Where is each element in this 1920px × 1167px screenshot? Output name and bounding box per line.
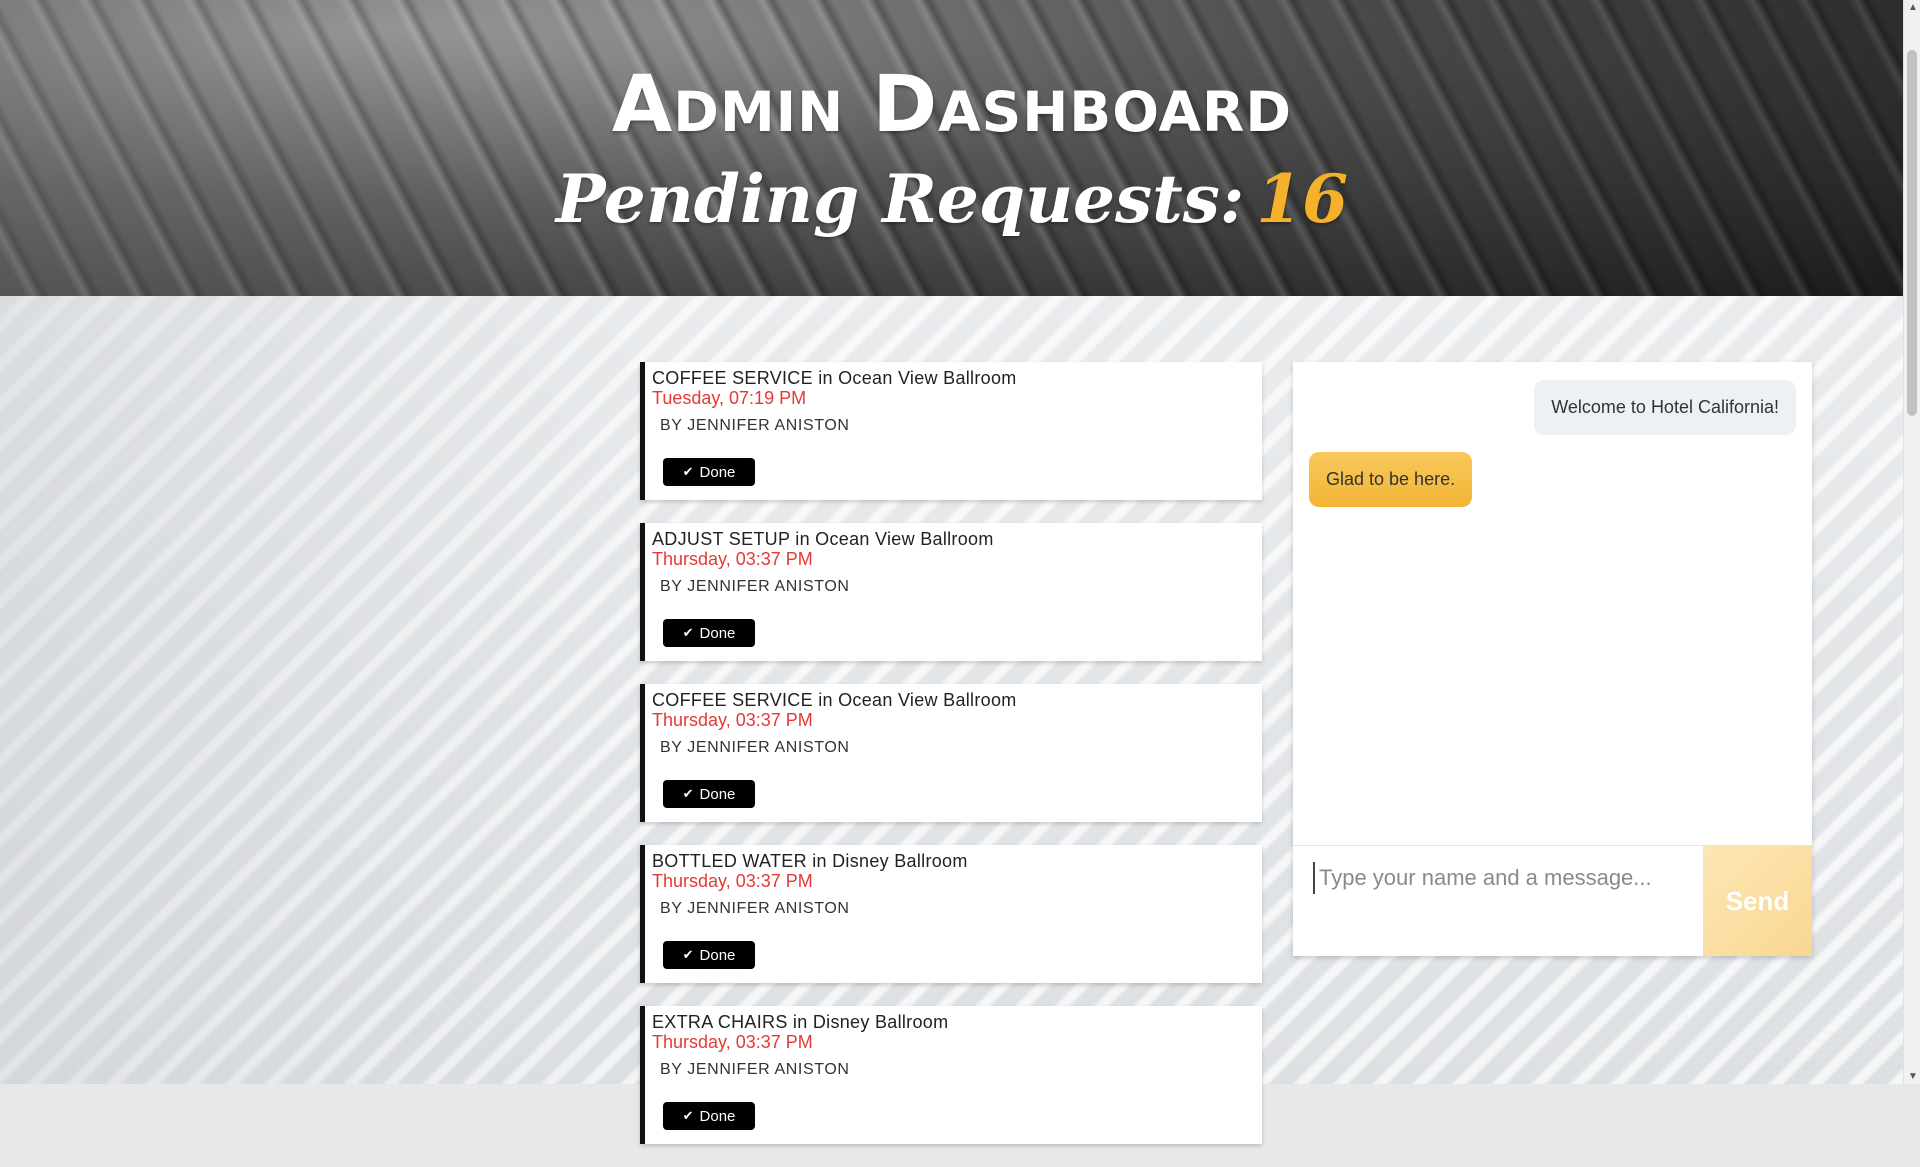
page-title: Admin Dashboard — [611, 60, 1293, 150]
request-time: Tuesday, 07:19 PM — [652, 388, 807, 408]
request-requester: BY JENNIFER ANISTON — [660, 578, 850, 595]
request-title: ADJUST SETUP in Ocean View Ballroom — [652, 529, 994, 549]
request-title: BOTTLED WATER in Disney Ballroom — [652, 851, 968, 871]
chat-panel: Welcome to Hotel California! Glad to be … — [1293, 362, 1812, 956]
request-title: COFFEE SERVICE in Ocean View Ballroom — [652, 368, 1017, 388]
request-requester: BY JENNIFER ANISTON — [660, 900, 850, 917]
pending-count: 16 — [1256, 160, 1349, 238]
chat-message-outgoing: Glad to be here. — [1309, 452, 1473, 507]
request-card: BOTTLED WATER in Disney Ballroom Thursda… — [640, 845, 1262, 983]
done-button[interactable]: ✔ Done — [663, 619, 755, 647]
request-card: COFFEE SERVICE in Ocean View Ballroom Th… — [640, 684, 1262, 822]
request-card: COFFEE SERVICE in Ocean View Ballroom Tu… — [640, 362, 1262, 500]
done-button[interactable]: ✔ Done — [663, 1102, 755, 1130]
request-card: ADJUST SETUP in Ocean View Ballroom Thur… — [640, 523, 1262, 661]
scroll-up-arrow-icon[interactable]: ▲ — [1908, 2, 1918, 13]
request-time: Thursday, 03:37 PM — [652, 871, 813, 891]
hero-header: Admin Dashboard Pending Requests: 16 — [0, 0, 1904, 296]
done-label: Done — [699, 946, 736, 964]
done-label: Done — [699, 463, 736, 481]
done-button[interactable]: ✔ Done — [663, 458, 755, 486]
check-icon: ✔ — [682, 947, 694, 962]
request-list: COFFEE SERVICE in Ocean View Ballroom Tu… — [640, 362, 1262, 1167]
scroll-down-arrow-icon[interactable]: ▼ — [1908, 1071, 1918, 1082]
done-label: Done — [699, 1107, 736, 1125]
done-button[interactable]: ✔ Done — [663, 941, 755, 969]
done-label: Done — [699, 785, 736, 803]
done-label: Done — [699, 624, 736, 642]
check-icon: ✔ — [682, 464, 694, 479]
request-time: Thursday, 03:37 PM — [652, 710, 813, 730]
scrollbar-thumb[interactable] — [1907, 50, 1917, 416]
request-title: COFFEE SERVICE in Ocean View Ballroom — [652, 690, 1017, 710]
check-icon: ✔ — [682, 786, 694, 801]
request-requester: BY JENNIFER ANISTON — [660, 739, 850, 756]
chat-message-incoming: Welcome to Hotel California! — [1534, 380, 1796, 435]
chat-compose: Send — [1293, 845, 1812, 956]
request-card: EXTRA CHAIRS in Disney Ballroom Thursday… — [640, 1006, 1262, 1144]
pending-label: Pending Requests: — [555, 160, 1245, 238]
request-time: Thursday, 03:37 PM — [652, 549, 813, 569]
pending-requests-heading: Pending Requests: 16 — [0, 160, 1904, 238]
chat-message-input[interactable] — [1313, 862, 1701, 894]
check-icon: ✔ — [682, 1108, 694, 1123]
page-scrollbar[interactable]: ▲ ▼ — [1903, 0, 1920, 1084]
request-requester: BY JENNIFER ANISTON — [660, 1061, 850, 1078]
done-button[interactable]: ✔ Done — [663, 780, 755, 808]
request-title: EXTRA CHAIRS in Disney Ballroom — [652, 1012, 949, 1032]
check-icon: ✔ — [682, 625, 694, 640]
request-requester: BY JENNIFER ANISTON — [660, 417, 850, 434]
send-button[interactable]: Send — [1703, 846, 1812, 956]
request-time: Thursday, 03:37 PM — [652, 1032, 813, 1052]
